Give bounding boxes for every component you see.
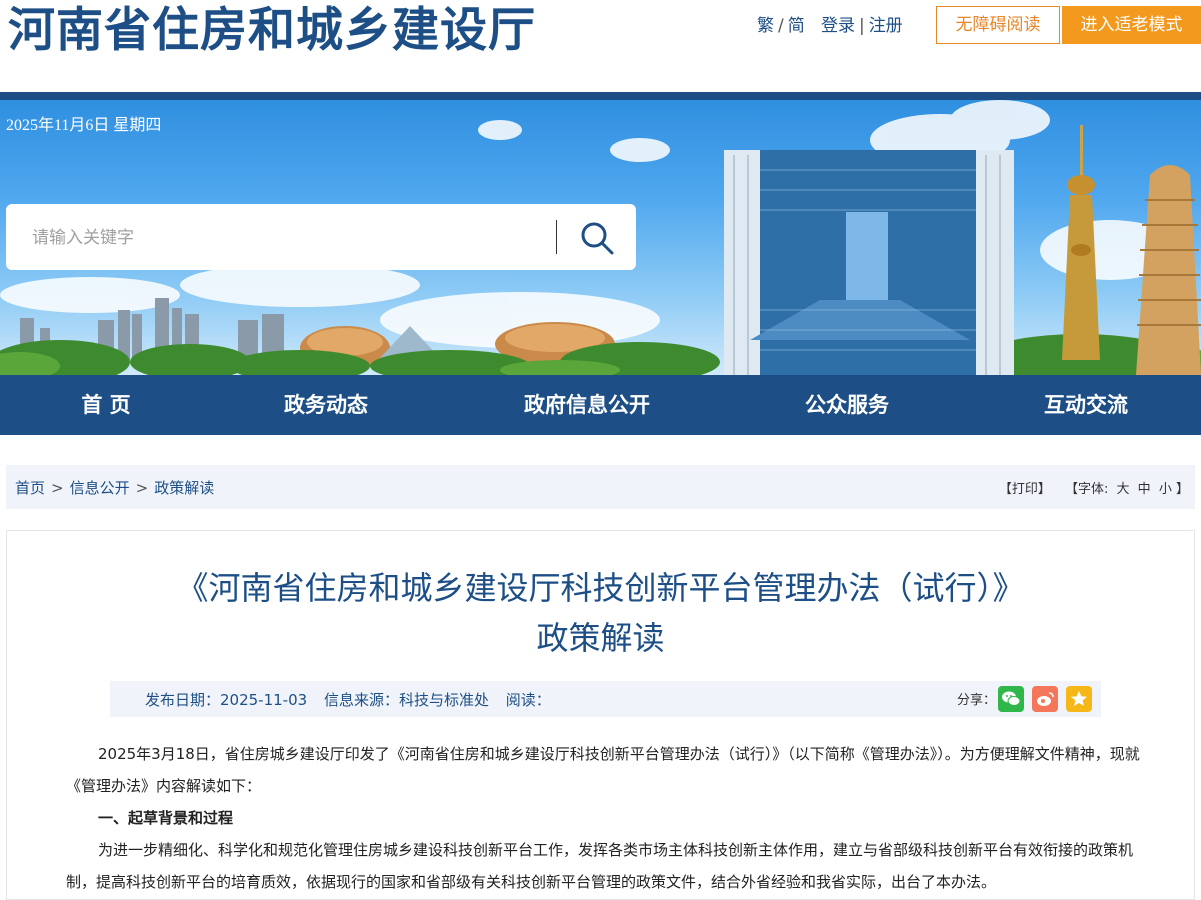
current-date: 2025年11月6日 星期四 — [6, 117, 162, 134]
search-icon — [581, 222, 614, 255]
banner: 2025年11月6日 星期四 — [0, 100, 1201, 375]
wechat-icon — [1002, 691, 1021, 706]
search-button[interactable] — [568, 214, 628, 260]
accessible-reading-button[interactable]: 无障碍阅读 — [936, 6, 1060, 44]
nav-item-home[interactable]: 首 页 — [46, 375, 166, 435]
share-weibo-button[interactable] — [1032, 686, 1058, 712]
info-source: 信息来源：科技与标准处 — [323, 691, 489, 709]
lang-simplified-link[interactable]: 简 — [788, 16, 805, 36]
site-title[interactable]: 河南省住房和城乡建设厅 — [8, 0, 536, 62]
search-divider — [556, 220, 557, 254]
nav-item-gov-info[interactable]: 政府信息公开 — [497, 375, 677, 435]
article-paragraph: 2025年3月18日，省住房城乡建设厅印发了《河南省住房和城乡建设厅科技创新平台… — [66, 745, 1140, 795]
lang-traditional-link[interactable]: 繁 — [757, 16, 774, 36]
nav-item-news[interactable]: 政务动态 — [256, 375, 396, 435]
breadcrumb-separator: > — [51, 479, 64, 497]
share-wechat-button[interactable] — [998, 686, 1024, 712]
nav-item-interaction[interactable]: 互动交流 — [1016, 375, 1156, 435]
font-size-close: 】 — [1175, 482, 1189, 497]
article-paragraph: 为进一步精细化、科学化和规范化管理住房城乡建设科技创新平台工作，发挥各类市场主体… — [66, 841, 1134, 891]
header-divider-bar — [0, 92, 1201, 100]
share-favorite-button[interactable] — [1066, 686, 1092, 712]
print-button[interactable]: 【打印】 — [999, 482, 1051, 497]
favorite-icon — [1071, 691, 1087, 706]
elder-mode-button[interactable]: 进入适老模式 — [1062, 6, 1201, 44]
font-size-label: 【字体: — [1064, 482, 1109, 497]
breadcrumb-path: 首页 > 信息公开 > 政策解读 — [15, 477, 214, 498]
article-section-heading: 一、起草背景和过程 — [98, 809, 234, 827]
read-count: 阅读： — [505, 691, 551, 709]
login-separator: | — [858, 16, 865, 36]
breadcrumb-separator: > — [135, 479, 149, 497]
login-link[interactable]: 登录 — [821, 16, 855, 36]
breadcrumb-item-home[interactable]: 首页 — [15, 479, 45, 497]
publish-date: 发布日期：2025-11-03 — [145, 691, 308, 709]
article-body: 2025年3月18日，省住房城乡建设厅印发了《河南省住房和城乡建设厅科技创新平台… — [66, 738, 1148, 898]
font-large-button[interactable]: 大 — [1117, 482, 1130, 497]
top-links: 繁 / 简 登录 | 注册 — [757, 14, 903, 38]
article-meta: 发布日期：2025-11-03 信息来源：科技与标准处 阅读： 分享： — [110, 681, 1101, 717]
search-input[interactable] — [30, 220, 554, 256]
article-title-line2: 政策解读 — [536, 619, 665, 657]
breadcrumb: 首页 > 信息公开 > 政策解读 【打印】 【字体: 大 中 小 】 — [6, 465, 1195, 509]
register-link[interactable]: 注册 — [869, 16, 903, 36]
search-box — [6, 204, 636, 270]
nav-item-public-service[interactable]: 公众服务 — [777, 375, 917, 435]
page-tools: 【打印】 【字体: 大 中 小 】 — [995, 478, 1189, 497]
breadcrumb-item-info-open[interactable]: 信息公开 — [70, 479, 130, 497]
share-label: 分享： — [957, 693, 997, 708]
breadcrumb-item-policy[interactable]: 政策解读 — [154, 479, 214, 497]
article-meta-info: 发布日期：2025-11-03 信息来源：科技与标准处 阅读： — [145, 689, 563, 710]
article-title-line1: 《河南省住房和城乡建设厅科技创新平台管理办法（试行）》 — [176, 569, 1025, 607]
lang-separator: / — [778, 16, 784, 36]
font-medium-button[interactable]: 中 — [1138, 482, 1151, 497]
site-header: 河南省住房和城乡建设厅 繁 / 简 登录 | 注册 无障碍阅读 进入适老模式 — [0, 0, 1201, 92]
article-title: 《河南省住房和城乡建设厅科技创新平台管理办法（试行）》 政策解读 — [0, 563, 1201, 663]
weibo-icon — [1037, 692, 1054, 706]
main-nav: 首 页 政务动态 政府信息公开 公众服务 互动交流 — [0, 375, 1201, 435]
font-small-button[interactable]: 小 — [1159, 482, 1172, 497]
